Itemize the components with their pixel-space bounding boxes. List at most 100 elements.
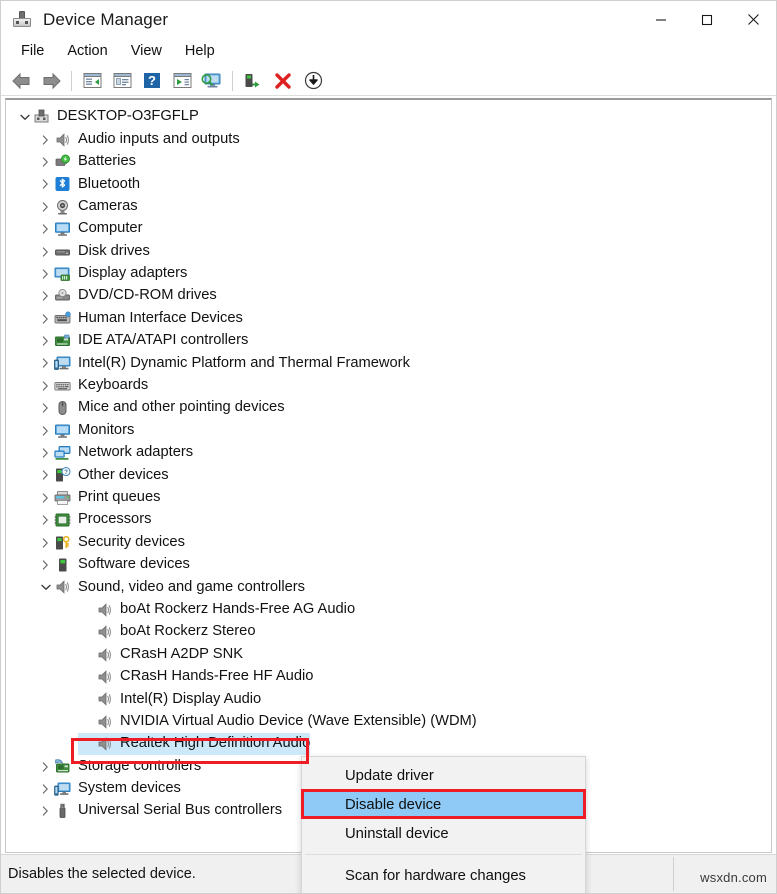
speaker-icon [54, 579, 71, 595]
tree-item-label: Software devices [78, 556, 190, 573]
disk-drive-icon [54, 244, 71, 260]
close-icon[interactable] [730, 1, 776, 38]
context-menu-item[interactable]: Disable device [302, 790, 585, 819]
help-icon[interactable]: ? [138, 68, 166, 94]
chevron-right-icon[interactable] [37, 515, 54, 525]
camera-icon [54, 199, 71, 215]
chevron-right-icon[interactable] [37, 157, 54, 167]
tree-item[interactable]: boAt Rockerz Stereo [6, 621, 771, 643]
minimize-icon[interactable] [638, 1, 684, 38]
context-menu-item[interactable]: Uninstall device [302, 819, 585, 848]
tree-item[interactable]: Realtek High Definition Audio [6, 732, 771, 756]
tree-item-label: Other devices [78, 466, 169, 483]
thermal-framework-icon [54, 355, 71, 371]
tree-item-label: Intel(R) Dynamic Platform and Thermal Fr… [78, 354, 410, 371]
chevron-right-icon[interactable] [37, 784, 54, 794]
chevron-right-icon[interactable] [37, 269, 54, 279]
tree-item[interactable]: Computer [6, 218, 771, 240]
chevron-right-icon[interactable] [37, 537, 54, 548]
menu-file[interactable]: File [10, 41, 56, 62]
chevron-right-icon[interactable] [37, 493, 54, 503]
chevron-right-icon[interactable] [37, 470, 54, 481]
scan-for-hardware-changes-icon[interactable] [198, 68, 226, 94]
menu-help[interactable]: Help [174, 41, 227, 62]
tree-item[interactable]: Batteries [6, 151, 771, 173]
tree-item-label: Storage controllers [78, 757, 202, 774]
speaker-icon [96, 736, 113, 752]
tree-item[interactable]: DVD/CD-ROM drives [6, 285, 771, 307]
tree-item-label: Processors [78, 511, 152, 528]
properties-icon[interactable] [108, 68, 136, 94]
tree-item[interactable]: CRasH Hands-Free HF Audio [6, 666, 771, 688]
tree-item[interactable]: Sound, video and game controllers [6, 576, 771, 598]
uninstall-device-icon[interactable] [269, 68, 297, 94]
chevron-right-icon[interactable] [37, 179, 54, 189]
menu-view[interactable]: View [120, 41, 174, 62]
tree-item[interactable]: Disk drives [6, 240, 771, 262]
device-tree-pane[interactable]: DESKTOP-O3FGFLP Audio inputs and outputs B… [5, 98, 772, 853]
context-menu[interactable]: Update driver Disable device Uninstall dev… [301, 756, 586, 893]
chevron-right-icon[interactable] [37, 381, 54, 391]
tree-item[interactable]: CRasH A2DP SNK [6, 643, 771, 665]
tree-item[interactable]: Intel(R) Dynamic Platform and Thermal Fr… [6, 352, 771, 374]
tree-item[interactable]: Software devices [6, 554, 771, 576]
tree-item[interactable]: Human Interface Devices [6, 308, 771, 330]
tree-item[interactable]: Network adapters [6, 442, 771, 464]
tree-item-label: Monitors [78, 421, 135, 438]
chevron-right-icon[interactable] [37, 291, 54, 301]
hid-icon [54, 311, 71, 327]
show-hide-console-tree-icon[interactable] [78, 68, 106, 94]
status-divider [673, 857, 674, 891]
chevron-right-icon[interactable] [37, 448, 54, 458]
context-menu-item[interactable]: Scan for hardware changes [302, 861, 585, 890]
tree-item[interactable]: IDE ATA/ATAPI controllers [6, 330, 771, 352]
tree-item[interactable]: ? Other devices [6, 464, 771, 486]
tree-item-label: Network adapters [78, 444, 194, 461]
status-text: Disables the selected device. [8, 866, 196, 882]
back-icon[interactable] [7, 68, 35, 94]
menu-action[interactable]: Action [56, 41, 119, 62]
chevron-right-icon[interactable] [37, 134, 54, 145]
chevron-right-icon[interactable] [37, 336, 54, 346]
tree-item[interactable]: Print queues [6, 487, 771, 509]
system-device-icon [54, 781, 71, 797]
keyboard-icon [54, 378, 71, 394]
add-legacy-hardware-icon[interactable] [239, 68, 267, 94]
chevron-right-icon[interactable] [37, 246, 54, 257]
chevron-down-icon[interactable] [16, 114, 33, 121]
tree-item[interactable]: Intel(R) Display Audio [6, 688, 771, 710]
network-adapter-icon [54, 445, 71, 461]
tree-root-item[interactable]: DESKTOP-O3FGFLP [6, 106, 771, 128]
chevron-right-icon[interactable] [37, 358, 54, 369]
forward-icon[interactable] [37, 68, 65, 94]
optical-drive-icon [54, 288, 71, 304]
tree-item[interactable]: Processors [6, 509, 771, 531]
tree-item[interactable]: Cameras [6, 196, 771, 218]
tree-item-label: Sound, video and game controllers [78, 578, 305, 595]
chevron-right-icon[interactable] [37, 202, 54, 212]
chevron-down-icon[interactable] [37, 584, 54, 591]
chevron-right-icon[interactable] [37, 806, 54, 816]
unknown-device-icon: ? [54, 467, 71, 483]
tree-item[interactable]: Bluetooth [6, 173, 771, 195]
tree-item[interactable]: Security devices [6, 531, 771, 553]
tree-item[interactable]: Keyboards [6, 375, 771, 397]
tree-item[interactable]: Display adapters [6, 263, 771, 285]
chevron-right-icon[interactable] [37, 560, 54, 570]
chevron-right-icon[interactable] [37, 761, 54, 772]
chevron-right-icon[interactable] [37, 314, 54, 324]
tree-item[interactable]: Mice and other pointing devices [6, 397, 771, 419]
tree-item[interactable]: Monitors [6, 419, 771, 441]
tree-item[interactable]: NVIDIA Virtual Audio Device (Wave Extens… [6, 711, 771, 733]
chevron-right-icon[interactable] [37, 426, 54, 436]
tree-item-label: Print queues [78, 488, 161, 505]
tree-item[interactable]: boAt Rockerz Hands-Free AG Audio [6, 599, 771, 621]
chevron-right-icon[interactable] [37, 403, 54, 413]
update-driver-icon[interactable] [168, 68, 196, 94]
maximize-icon[interactable] [684, 1, 730, 38]
tree-item-label: Display adapters [78, 265, 188, 282]
disable-device-icon[interactable] [299, 68, 327, 94]
context-menu-item[interactable]: Update driver [302, 761, 585, 790]
chevron-right-icon[interactable] [37, 224, 54, 234]
tree-item[interactable]: Audio inputs and outputs [6, 128, 771, 150]
